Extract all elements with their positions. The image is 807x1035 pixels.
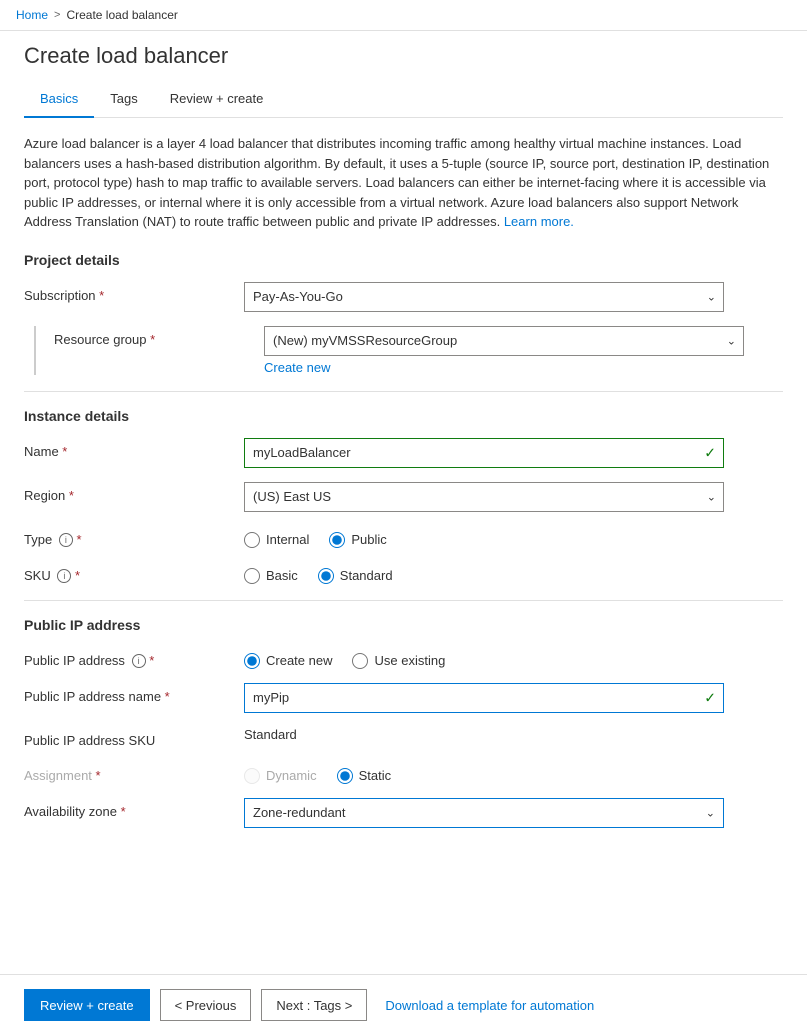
footer: Review + create < Previous Next : Tags >… (0, 974, 807, 1035)
previous-button[interactable]: < Previous (160, 989, 252, 1021)
sku-basic-option[interactable]: Basic (244, 568, 298, 584)
assignment-static-option[interactable]: Static (337, 768, 392, 784)
public-ip-name-input[interactable] (244, 683, 724, 713)
public-ip-title: Public IP address (24, 617, 783, 633)
sku-info-icon[interactable]: i (57, 569, 71, 583)
type-public-option[interactable]: Public (329, 532, 386, 548)
public-ip-create-new-option[interactable]: Create new (244, 653, 332, 669)
type-radio-group: Internal Public (244, 526, 783, 548)
review-create-button[interactable]: Review + create (24, 989, 150, 1021)
public-ip-radio-group: Create new Use existing (244, 647, 783, 669)
availability-zone-label: Availability zone (24, 798, 244, 819)
name-label: Name (24, 438, 244, 459)
next-button[interactable]: Next : Tags > (261, 989, 367, 1021)
type-info-icon[interactable]: i (59, 533, 73, 547)
subscription-label: Subscription (24, 282, 244, 303)
tab-tags[interactable]: Tags (94, 81, 153, 118)
subscription-select[interactable]: Pay-As-You-Go (244, 282, 724, 312)
public-ip-name-valid-icon: ✓ (704, 689, 716, 706)
availability-zone-select[interactable]: Zone-redundant (245, 799, 723, 827)
name-input[interactable] (244, 438, 724, 468)
region-label: Region (24, 482, 244, 503)
public-ip-use-existing-option[interactable]: Use existing (352, 653, 445, 669)
download-template-link[interactable]: Download a template for automation (377, 998, 602, 1013)
assignment-label: Assignment (24, 762, 244, 783)
type-internal-option[interactable]: Internal (244, 532, 309, 548)
resource-group-select[interactable]: (New) myVMSSResourceGroup (264, 326, 744, 356)
resource-group-label: Resource group (44, 326, 264, 347)
breadcrumb-current: Create load balancer (66, 8, 177, 22)
tab-basics[interactable]: Basics (24, 81, 94, 118)
public-ip-label: Public IP address i (24, 647, 244, 669)
sku-standard-option[interactable]: Standard (318, 568, 393, 584)
sku-radio-group: Basic Standard (244, 562, 783, 584)
learn-more-link[interactable]: Learn more. (504, 214, 574, 229)
type-label: Type i (24, 526, 244, 548)
instance-details-title: Instance details (24, 408, 783, 424)
assignment-dynamic-option[interactable]: Dynamic (244, 768, 317, 784)
description-text: Azure load balancer is a layer 4 load ba… (24, 134, 783, 232)
page-title: Create load balancer (24, 43, 783, 69)
public-ip-sku-value: Standard (244, 721, 297, 742)
name-valid-icon: ✓ (704, 444, 716, 461)
public-ip-sku-label: Public IP address SKU (24, 727, 244, 748)
public-ip-name-label: Public IP address name (24, 683, 244, 704)
tabs-bar: Basics Tags Review + create (24, 81, 783, 118)
public-ip-info-icon[interactable]: i (132, 654, 146, 668)
project-details-title: Project details (24, 252, 783, 268)
breadcrumb-home[interactable]: Home (16, 8, 48, 22)
tab-review[interactable]: Review + create (154, 81, 280, 118)
sku-label: SKU i (24, 562, 244, 584)
create-new-resource-group-link[interactable]: Create new (264, 360, 330, 375)
breadcrumb-separator: > (54, 9, 60, 21)
region-select[interactable]: (US) East US (244, 482, 724, 512)
assignment-radio-group: Dynamic Static (244, 762, 783, 784)
